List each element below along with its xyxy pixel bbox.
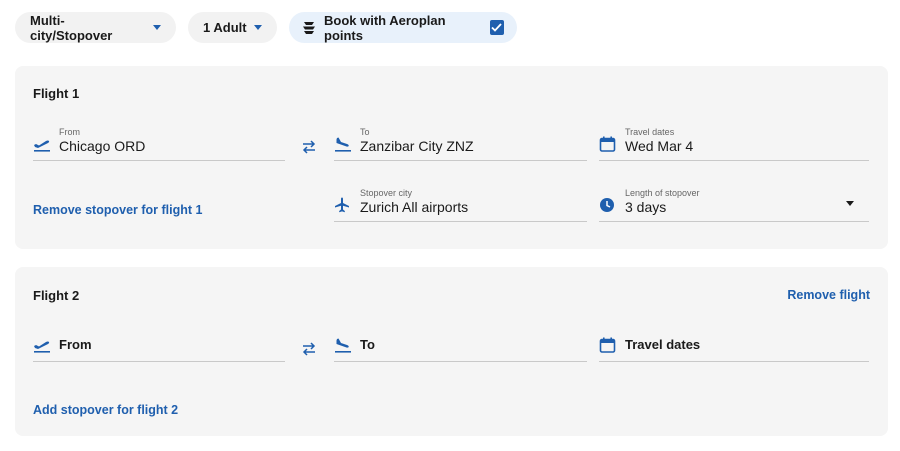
- takeoff-icon: [33, 337, 51, 353]
- clock-icon: [599, 197, 615, 213]
- trip-type-dropdown[interactable]: Multi-city/Stopover: [15, 12, 176, 43]
- calendar-icon: [599, 135, 616, 152]
- flight-2-title: Flight 2: [33, 288, 80, 303]
- remove-flight-link[interactable]: Remove flight: [787, 288, 870, 302]
- stopover-length-label: Length of stopover: [625, 188, 700, 198]
- flight-2-dates-field[interactable]: Travel dates: [599, 328, 869, 362]
- to-value: Zanzibar City ZNZ: [360, 138, 474, 154]
- trip-type-label: Multi-city/Stopover: [30, 12, 113, 43]
- takeoff-icon: [33, 136, 51, 152]
- flight-1-title: Flight 1: [33, 86, 80, 101]
- flight-2-from-field[interactable]: From: [33, 328, 285, 362]
- landing-icon: [334, 337, 352, 353]
- stopover-length-value: 3 days: [625, 199, 667, 215]
- caret-down-icon: [253, 25, 262, 30]
- to-label: To: [360, 127, 370, 137]
- calendar-icon: [599, 336, 616, 353]
- stopover-city-value: Zurich All airports: [360, 199, 469, 215]
- aeroplan-points-toggle[interactable]: Book with Aeroplan points: [289, 12, 517, 43]
- to-placeholder: To: [360, 336, 375, 352]
- aeroplan-logo-icon: [303, 21, 315, 35]
- dates-label: Travel dates: [625, 127, 675, 137]
- aeroplan-label: Book with Aeroplan points: [324, 12, 446, 43]
- remove-stopover-link[interactable]: Remove stopover for flight 1: [33, 203, 202, 217]
- caret-down-icon: [153, 25, 161, 30]
- flight-1-card: Flight 1 From Chicago ORD To Zanzibar Ci…: [15, 66, 888, 249]
- dates-placeholder: Travel dates: [625, 336, 701, 352]
- from-placeholder: From: [59, 336, 92, 352]
- checkbox-checked-icon[interactable]: [489, 20, 504, 35]
- passengers-label: 1 Adult: [203, 20, 247, 35]
- stopover-city-label: Stopover city: [360, 188, 413, 198]
- flight-1-to-field[interactable]: To Zanzibar City ZNZ: [334, 127, 587, 161]
- swap-icon[interactable]: [301, 140, 317, 154]
- swap-icon[interactable]: [301, 342, 317, 356]
- flight-1-dates-field[interactable]: Travel dates Wed Mar 4: [599, 127, 869, 161]
- from-value: Chicago ORD: [59, 138, 146, 154]
- flight-2-to-field[interactable]: To: [334, 328, 587, 362]
- search-options-bar: Multi-city/Stopover 1 Adult Book with Ae…: [15, 12, 517, 43]
- plane-icon: [334, 197, 350, 213]
- stopover-city-field[interactable]: Stopover city Zurich All airports: [334, 188, 587, 222]
- passengers-dropdown[interactable]: 1 Adult: [188, 12, 277, 43]
- add-stopover-link[interactable]: Add stopover for flight 2: [33, 403, 178, 417]
- flight-2-card: Flight 2 Remove flight From To Travel da…: [15, 267, 888, 436]
- caret-down-icon: [846, 201, 854, 206]
- flight-1-from-field[interactable]: From Chicago ORD: [33, 127, 285, 161]
- from-label: From: [59, 127, 80, 137]
- landing-icon: [334, 136, 352, 152]
- dates-value: Wed Mar 4: [625, 138, 694, 154]
- stopover-length-dropdown[interactable]: Length of stopover 3 days: [599, 188, 869, 222]
